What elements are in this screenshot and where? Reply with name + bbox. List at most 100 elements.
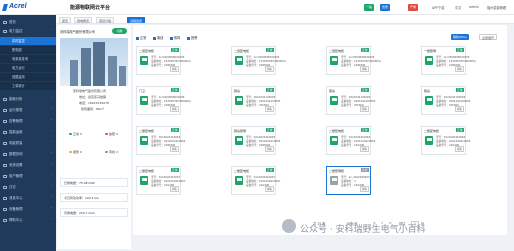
detail-button[interactable]: 详情 <box>169 106 179 112</box>
device-status-badge: 离线 <box>360 168 369 172</box>
detail-button[interactable]: 详情 <box>264 66 274 72</box>
detail-button[interactable]: 详情 <box>454 66 464 72</box>
address: 地址：嘉定区马陆镇 <box>79 95 107 99</box>
sidebar-item-home[interactable]: 首页 <box>0 18 56 27</box>
brand-logo: Acrel <box>9 3 27 10</box>
detail-button[interactable]: 详情 <box>264 146 274 152</box>
sidebar-item-devices[interactable]: 设备管理 ˅ <box>0 205 56 214</box>
sidebar-item-help[interactable]: 帮助中心 ˅ <box>0 216 56 225</box>
device-card[interactable]: 门卫 正常 型号：Acr3209095000206 设备地址：12345678(500… <box>136 86 191 115</box>
meter-icon <box>330 96 338 105</box>
chevron-down-icon: ˅ <box>50 141 52 145</box>
expand-all-button[interactable]: 全部展开 <box>479 34 498 40</box>
sidebar-sub-diagram[interactable]: 配电图 <box>0 46 56 54</box>
offline-dot-icon <box>105 150 108 153</box>
device-card[interactable]: 厨房照明 正常 型号：0212022410065 设备地址：0212022410065… <box>231 126 280 155</box>
sidebar-item-query[interactable]: 数据查询 ˅ <box>0 150 56 159</box>
device-card[interactable]: 二楼配电柜 正常 型号：0212022410064 设备地址：021202241006… <box>136 126 185 155</box>
tab-home[interactable]: 首页 <box>59 16 72 23</box>
chevron-down-icon: ˅ <box>50 108 52 112</box>
sidebar-sub-circuit[interactable]: 回路监测 <box>0 73 56 81</box>
sidebar-item-alarm[interactable]: 告警管理 ˅ <box>0 117 56 126</box>
tab-project-group[interactable]: 项目分组 <box>96 16 115 23</box>
sidebar-item-energy[interactable]: 能耗分析 ˅ <box>0 95 56 104</box>
stat-alarm: 报警 0 <box>69 150 82 154</box>
org-name[interactable]: 福州能源管理 <box>487 5 506 10</box>
user-name[interactable]: admin <box>469 5 479 9</box>
device-card[interactable]: 二层配电柜 正常 型号：Acr3209095000205 设备地址：12345678(… <box>231 46 286 75</box>
company-name: 安科瑞电气股份有限公司 <box>73 89 107 93</box>
wave-icon <box>3 142 7 145</box>
app-download-link[interactable]: APP下载 <box>432 5 444 10</box>
sidebar-item-messages[interactable]: 消息中心 ˅ <box>0 194 56 203</box>
device-card[interactable]: 一楼照明 正常 型号：Acr3209095000205 设备地址：12345678(5… <box>421 46 476 75</box>
device-name: 二层配电柜 <box>329 48 345 53</box>
device-card[interactable]: 厨房 正常 型号：2021042103005 设备地址：2021042103005 设备… <box>231 86 280 115</box>
device-card[interactable]: 二楼照明柜 离线 型号：ac_2022040400 设备地址：3 设备型号：ADL400… <box>326 166 371 195</box>
sidebar-item-quality[interactable]: 电能质量 ˅ <box>0 139 56 148</box>
filter-fault[interactable]: 故障 <box>170 35 180 40</box>
alarm-badge-general[interactable]: 一般 <box>364 4 375 11</box>
detail-button[interactable]: 详情 <box>359 66 369 72</box>
device-card[interactable]: 二楼配电柜 正常 型号：0121020410065 设备地址：012102041006… <box>421 126 470 155</box>
filter-normal[interactable]: 正常 <box>136 35 146 40</box>
filter-offline[interactable]: 离线 <box>153 35 163 40</box>
checkbox-icon <box>170 36 173 40</box>
meter-icon <box>140 96 148 105</box>
chevron-down-icon: ˅ <box>50 218 52 222</box>
top-header: Acrel 能源物联网云平台 一般 告警 严重 APP下载 中文 admin 福… <box>0 0 514 15</box>
detail-button[interactable]: 详情 <box>169 66 179 72</box>
detail-button[interactable]: 详情 <box>454 106 464 112</box>
device-name: 二楼配电柜 <box>329 128 345 133</box>
sidebar-item-reports[interactable]: 运行报表 ˅ <box>0 106 56 115</box>
device-name: 二层配电柜 <box>234 48 250 53</box>
device-grid-panel: 正常 离线 故障 报警 刷新(60s) 全部展开 二层配电柜 正常 型号：Acr32… <box>133 25 507 235</box>
meter-icon <box>425 56 433 65</box>
home-icon <box>3 21 7 24</box>
sidebar-sub-realtime[interactable]: 实时监控 <box>0 37 56 45</box>
filter-alarm[interactable]: 报警 <box>187 35 197 40</box>
sidebar-sub-power-run[interactable]: 电力运行 <box>0 64 56 72</box>
device-status-badge: 正常 <box>360 48 369 52</box>
stat-normal: 正常 9 <box>69 132 82 136</box>
device-card[interactable]: 二楼配电柜 正常 型号：0121020410067 设备地址：012102041006… <box>231 166 280 195</box>
device-card[interactable]: 二层配电柜 正常 型号：Acr3209095000205 设备地址：12345678(… <box>136 46 191 75</box>
detail-button[interactable]: 详情 <box>264 186 274 192</box>
detail-button[interactable]: 详情 <box>359 146 369 152</box>
sidebar-sub-workorder[interactable]: 工单统计 <box>0 82 56 90</box>
tab-overview[interactable]: 用电概览 <box>74 16 93 23</box>
tab-remote-monitor[interactable]: 远程监控 <box>127 16 146 23</box>
project-panel: 安科瑞电气股份有限公司 切换 安科瑞电气股份有限公司 地址：嘉定区马陆镇 电话：… <box>57 25 131 249</box>
sidebar-item-users[interactable]: 用户管理 ˅ <box>0 172 56 181</box>
device-name: 二楼配电柜 <box>139 128 155 133</box>
sidebar-item-power-monitor[interactable]: 电力监控 ˄ <box>0 27 56 36</box>
detail-button[interactable]: 详情 <box>169 186 179 192</box>
device-card[interactable]: 二楼配电柜 正常 型号：0121020410067 设备地址：012102041006… <box>136 166 185 195</box>
device-card[interactable]: 二楼配电柜 正常 型号：0121020410065 设备地址：012102041006… <box>326 126 375 155</box>
device-card[interactable]: 二层配电柜 正常 型号：Acr3209095000205 设备地址：12345678(… <box>326 46 381 75</box>
metric-active-power: 今日有功功率：102.1 kw <box>60 193 128 202</box>
detail-button[interactable]: 详情 <box>169 146 179 152</box>
refresh-button[interactable]: 刷新(60s) <box>451 34 469 40</box>
device-name: 厨房照明 <box>234 128 247 133</box>
alarm-badge-warning[interactable]: 告警 <box>380 4 391 11</box>
meter-icon <box>140 176 148 185</box>
report-icon <box>3 109 7 112</box>
language-switch[interactable]: 中文 <box>455 5 461 10</box>
sidebar: 首页 电力监控 ˄ 实时监控 配电图 电参量查询 电力运行 回路监测 工单统计 能… <box>0 15 56 251</box>
sidebar-item-ops[interactable]: 智能运维 ˅ <box>0 128 56 137</box>
device-name: 二层配电柜 <box>139 48 155 53</box>
detail-button[interactable]: 详情 <box>454 146 464 152</box>
detail-button[interactable]: 详情 <box>359 186 369 192</box>
device-card[interactable]: 厨房 正常 型号：2021042103005 设备地址：2021042103005 设备… <box>421 86 470 115</box>
sidebar-item-logs[interactable]: 日志 ˅ <box>0 183 56 192</box>
detail-button[interactable]: 详情 <box>264 106 274 112</box>
app-title: 能源物联网云平台 <box>70 5 111 11</box>
sidebar-item-settings[interactable]: 系统设置 ˅ <box>0 161 56 170</box>
device-card[interactable]: 厨房 正常 型号：2021042103005 设备地址：2021042103005 设备… <box>326 86 375 115</box>
switch-project-button[interactable]: 切换 <box>112 28 127 34</box>
device-name: 厨房 <box>424 88 431 93</box>
alarm-badge-severe[interactable]: 严重 <box>408 4 419 11</box>
detail-button[interactable]: 详情 <box>359 106 369 112</box>
sidebar-sub-param-query[interactable]: 电参量查询 <box>0 55 56 63</box>
